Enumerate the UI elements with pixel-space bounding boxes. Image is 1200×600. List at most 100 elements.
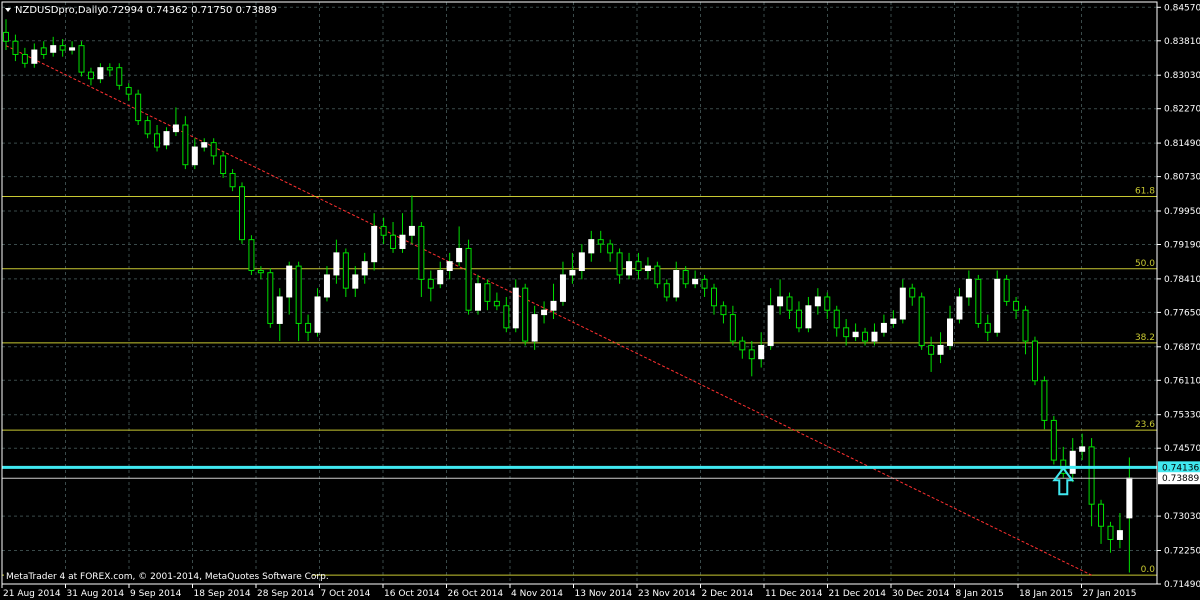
candle-bull — [163, 131, 170, 146]
candle-bear — [78, 45, 85, 73]
copyright-footer: MetaTrader 4 at FOREX.com, © 2001-2014, … — [6, 572, 329, 582]
candle-bull — [1069, 450, 1076, 474]
candle-bear — [3, 31, 9, 42]
candle-bear — [1088, 446, 1095, 505]
candle-bear — [210, 142, 217, 157]
candle-bull — [890, 318, 897, 324]
candle-bull — [172, 124, 179, 133]
candle-bull — [446, 261, 453, 272]
date-tick-label: 16 Oct 2014 — [384, 589, 440, 599]
candle-bull — [314, 296, 321, 333]
candle-bear — [1050, 419, 1057, 461]
date-tick-label: 28 Sep 2014 — [257, 589, 314, 599]
candle-bull — [805, 305, 812, 329]
candle-bull — [559, 274, 566, 302]
date-tick-label: 18 Sep 2014 — [194, 589, 251, 599]
fib-level-label: 61.8 — [1135, 186, 1155, 196]
date-tick-label: 11 Dec 2014 — [765, 589, 823, 599]
candle-bull — [408, 225, 415, 236]
current-price-label: 0.73889 — [1162, 474, 1199, 484]
date-tick-label: 27 Jan 2015 — [1083, 589, 1137, 599]
candle-bull — [437, 270, 444, 285]
candle-bear — [182, 124, 189, 166]
candle-bull — [758, 344, 765, 360]
candle-bear — [720, 305, 727, 316]
symbol-title: NZDUSDpro,Daily — [15, 5, 103, 16]
candle-bull — [201, 142, 208, 148]
date-tick-label: 21 Dec 2014 — [829, 589, 887, 599]
axes: 0.84570 0.83810 0.83030 0.82270 0.81490 0.807… — [1, 1, 1200, 599]
candle-bear — [1031, 340, 1038, 382]
candle-bull — [323, 274, 330, 298]
candle-bull — [352, 274, 359, 289]
chart-menu-triangle-icon[interactable] — [5, 8, 11, 12]
candle-bull — [947, 318, 953, 346]
price-chart[interactable]: 61.8 50.0 38.2 23.6 0.0 0.741360.73889 0.845… — [0, 0, 1200, 600]
date-tick-label: 9 Sep 2014 — [130, 589, 182, 599]
date-tick-label: 26 Oct 2014 — [448, 589, 504, 599]
candle-bear — [682, 270, 689, 285]
fib-level-label: 0.0 — [1141, 565, 1156, 575]
price-tick-label: 0.71490 — [1164, 580, 1200, 590]
fib-level-label: 38.2 — [1135, 333, 1155, 343]
grid — [1, 2, 1157, 585]
candle-bull — [456, 247, 463, 263]
candle-bull — [578, 252, 585, 272]
candle-bear — [257, 270, 264, 274]
candle-bull — [956, 296, 963, 320]
chart-window[interactable]: 61.8 50.0 38.2 23.6 0.0 0.74136 0.73889 0.845… — [0, 0, 1200, 600]
candle-bull — [937, 344, 944, 355]
candle-bull — [286, 265, 293, 298]
price-tick-label: 0.80730 — [1164, 173, 1200, 183]
date-tick-label: 7 Oct 2014 — [321, 589, 371, 599]
candle-bear — [493, 300, 500, 307]
candle-bull — [692, 278, 699, 285]
candle-bear — [843, 327, 850, 338]
candle-bull — [777, 296, 784, 307]
candles — [3, 19, 1133, 573]
candle-bull — [1079, 446, 1086, 452]
candle-bull — [50, 45, 57, 53]
candle-bear — [1013, 300, 1020, 311]
candle-bull — [588, 239, 595, 254]
trend-line[interactable] — [5, 45, 1092, 576]
candle-bear — [663, 283, 670, 298]
candle-bear — [786, 296, 793, 311]
candle-bull — [512, 287, 519, 329]
candle-bear — [12, 40, 19, 55]
price-tick-label: 0.72250 — [1164, 546, 1200, 556]
price-tick-label: 0.76870 — [1164, 343, 1200, 353]
candle-bear — [729, 314, 736, 342]
date-tick-label: 21 Aug 2014 — [3, 589, 61, 599]
candle-bull — [994, 278, 1001, 333]
candle-bear — [40, 47, 47, 55]
trend-line-layer[interactable] — [5, 45, 1092, 576]
date-tick-label: 31 Aug 2014 — [67, 589, 125, 599]
candle-bull — [1126, 477, 1133, 519]
candle-bull — [191, 146, 198, 166]
candle-bull — [852, 331, 859, 338]
candle-bull — [31, 49, 38, 64]
price-tick-label: 0.83810 — [1164, 37, 1200, 47]
candle-bull — [541, 309, 548, 316]
date-tick-label: 23 Nov 2014 — [638, 589, 696, 599]
support-level[interactable]: 0.741360.73889 — [2, 461, 1200, 496]
candle-bear — [229, 173, 236, 188]
candle-bear — [465, 247, 472, 311]
candle-bull — [333, 252, 340, 276]
candle-bear — [87, 71, 94, 80]
price-tick-label: 0.81490 — [1164, 139, 1200, 149]
candle-bear — [928, 344, 935, 355]
candle-bear — [1022, 309, 1029, 342]
candle-bull — [880, 322, 887, 333]
candle-bull — [69, 47, 76, 51]
date-tick-label: 30 Dec 2014 — [892, 589, 950, 599]
candle-bear — [154, 133, 161, 148]
candle-bear — [390, 234, 397, 249]
candle-bear — [1107, 525, 1114, 540]
support-price-label: 0.74136 — [1162, 463, 1199, 473]
candle-bear — [484, 283, 491, 302]
ohlc-readout: 0.72994 0.74362 0.71750 0.73889 — [102, 5, 277, 16]
candle-bear — [522, 287, 529, 342]
candle-bull — [673, 270, 680, 298]
